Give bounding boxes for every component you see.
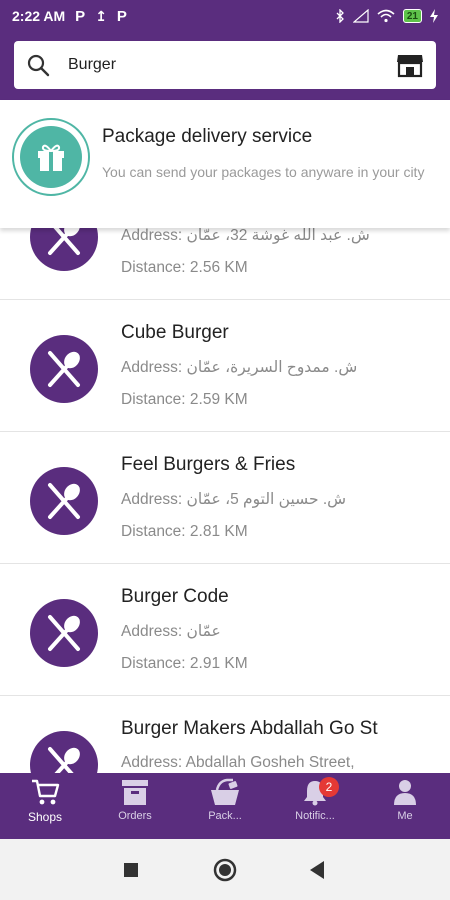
nav-item-packages[interactable]: Pack... xyxy=(180,773,270,839)
shop-logo xyxy=(30,228,98,271)
wifi-icon xyxy=(377,9,395,23)
cutlery-icon xyxy=(48,351,80,387)
notification-badge: 2 xyxy=(319,777,339,797)
shop-list-item[interactable]: Cube Burger Address: ش. ممدوح السريرة، ع… xyxy=(0,300,450,432)
shop-list-item[interactable]: Burger Code Address: عمّان Distance: 2.9… xyxy=(0,564,450,696)
shop-distance: Distance: 2.81 KM xyxy=(121,523,248,540)
search-bar[interactable] xyxy=(14,41,436,89)
cutlery-icon xyxy=(48,615,80,651)
search-icon[interactable] xyxy=(26,53,50,77)
bottom-nav: Shops Orders Pack... 2 Notific... Me xyxy=(0,773,450,839)
shop-name: Burger Makers Abdallah Go St xyxy=(121,718,378,739)
gift-icon-ring xyxy=(12,118,90,196)
nav-label: Notific... xyxy=(295,810,335,822)
nav-item-me[interactable]: Me xyxy=(360,773,450,839)
signal-icon xyxy=(352,9,369,23)
shop-list-item[interactable]: Burger Makers Abdallah Go St Address: Ab… xyxy=(0,696,450,773)
gift-icon xyxy=(38,144,64,171)
nav-label: Shops xyxy=(27,810,63,824)
shop-distance: Distance: 2.91 KM xyxy=(121,655,248,672)
nav-item-notifications[interactable]: 2 Notific... xyxy=(270,773,360,839)
cutlery-icon xyxy=(48,747,80,773)
shop-list-item[interactable]: Feel Burgers & Fries Address: ش. حسين ال… xyxy=(0,432,450,564)
shop-address: Address: عمّان xyxy=(121,623,221,640)
status-bar: 2:22 AM P ↥ P 21 xyxy=(0,0,450,32)
search-input[interactable] xyxy=(68,56,396,74)
package-delivery-banner[interactable]: Package delivery service You can send yo… xyxy=(0,100,450,228)
nav-label: Orders xyxy=(118,810,152,822)
person-icon xyxy=(394,780,416,805)
bluetooth-icon xyxy=(336,9,344,23)
cutlery-icon xyxy=(48,483,80,519)
charging-icon xyxy=(430,9,438,23)
shop-list-item[interactable]: Address: ش. عبد الله غوشة 32، عمّان Dist… xyxy=(0,228,450,300)
nav-label: Pack... xyxy=(208,810,242,822)
shop-address: Address: Abdallah Gosheh Street, xyxy=(121,754,355,771)
shop-logo xyxy=(30,599,98,667)
home-button-icon[interactable] xyxy=(213,858,237,882)
nav-item-shops[interactable]: Shops xyxy=(0,773,90,839)
shop-name: Cube Burger xyxy=(121,322,229,343)
basket-icon xyxy=(211,778,239,805)
cutlery-icon xyxy=(48,228,80,255)
recents-button-icon[interactable] xyxy=(124,863,138,877)
header xyxy=(0,32,450,100)
system-nav-bar xyxy=(0,839,450,900)
shop-address: Address: ش. حسين التوم 5، عمّان xyxy=(121,491,347,508)
nav-item-orders[interactable]: Orders xyxy=(90,773,180,839)
shop-logo xyxy=(30,731,98,773)
cart-icon xyxy=(32,779,60,805)
shop-distance: Distance: 2.59 KM xyxy=(121,391,248,408)
nav-label: Me xyxy=(397,810,413,822)
status-time: 2:22 AM xyxy=(12,8,66,24)
store-icon[interactable] xyxy=(396,52,424,78)
shop-name: Feel Burgers & Fries xyxy=(121,454,296,475)
parking-notification-icon-2: P xyxy=(116,7,127,25)
parking-notification-icon: P xyxy=(75,7,86,25)
shop-logo xyxy=(30,467,98,535)
shop-address: Address: ش. عبد الله غوشة 32، عمّان xyxy=(121,228,370,244)
promo-description: You can send your packages to anyware in… xyxy=(102,164,425,180)
shop-name: Burger Code xyxy=(121,586,229,607)
upload-notification-icon: ↥ xyxy=(95,7,107,24)
shop-distance: Distance: 2.56 KM xyxy=(121,259,248,276)
promo-title: Package delivery service xyxy=(102,126,313,147)
box-icon xyxy=(122,780,148,805)
back-button-icon[interactable] xyxy=(310,861,324,879)
battery-icon: 21 xyxy=(402,9,422,23)
shop-list[interactable]: Address: ش. عبد الله غوشة 32، عمّان Dist… xyxy=(0,228,450,773)
shop-address: Address: ش. ممدوح السريرة، عمّان xyxy=(121,359,358,376)
shop-logo xyxy=(30,335,98,403)
